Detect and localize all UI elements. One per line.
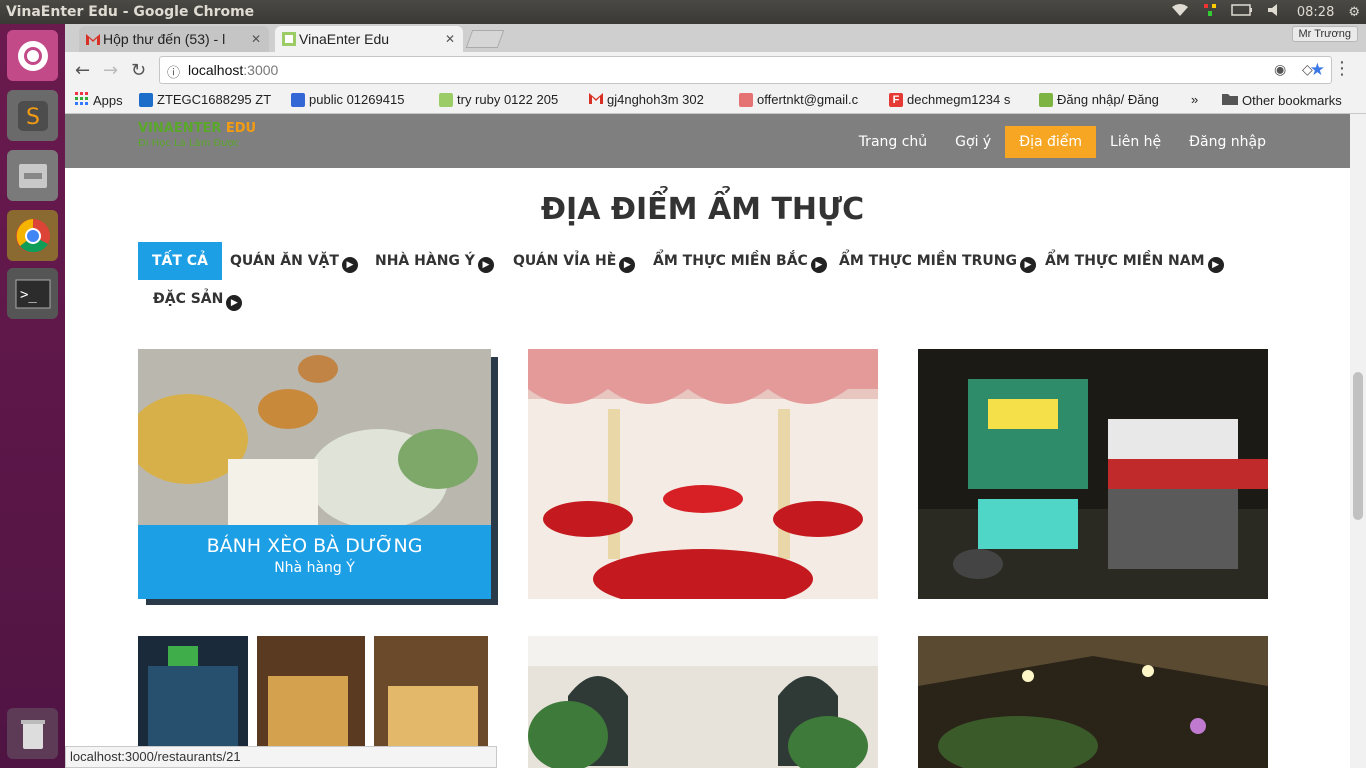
svg-text:>_: >_ xyxy=(20,287,37,303)
toolbar: ← → ↻ ⓘ localhost:3000 ★ ◉ ◇ ⋮ xyxy=(65,52,1366,88)
gmail-icon xyxy=(589,92,603,107)
restaurant-card[interactable] xyxy=(528,349,878,599)
url-port: :3000 xyxy=(243,62,279,78)
nav-suggestions[interactable]: Gợi ý xyxy=(941,126,1005,158)
nav-home[interactable]: Trang chủ xyxy=(845,126,941,158)
scrollbar-thumb[interactable] xyxy=(1353,372,1363,520)
files-icon[interactable] xyxy=(7,150,58,201)
play-icon: ▶ xyxy=(1207,257,1224,273)
os-top-bar: VinaEnter Edu - Google Chrome 08:28 ⚙ xyxy=(0,0,1366,24)
filter-south[interactable]: ẨM THỰC MIỀN NAM ▶ xyxy=(1031,242,1238,280)
close-icon[interactable]: ✕ xyxy=(251,32,261,46)
main-nav: Trang chủ Gợi ý Địa điểm Liên hệ Đăng nh… xyxy=(845,126,1280,158)
nav-contact[interactable]: Liên hệ xyxy=(1096,126,1175,158)
system-tray: 08:28 ⚙ xyxy=(1171,0,1360,24)
tag-icon[interactable]: ◇ xyxy=(1302,62,1313,78)
folder-icon xyxy=(1222,92,1238,108)
new-tab-button[interactable] xyxy=(465,30,505,48)
info-icon[interactable]: ⓘ xyxy=(167,62,180,81)
restaurant-card[interactable]: BÁNH XÈO BÀ DƯỠNG Nhà hàng Ý xyxy=(138,349,491,599)
url-host: localhost xyxy=(188,62,244,78)
restaurant-card[interactable] xyxy=(918,636,1268,768)
bookmark-apps[interactable]: Apps xyxy=(75,92,123,109)
clock[interactable]: 08:28 xyxy=(1297,5,1334,20)
gmail-icon xyxy=(86,32,100,46)
dining-room-photo xyxy=(528,636,878,768)
trash-icon[interactable] xyxy=(7,708,58,759)
back-icon[interactable]: ← xyxy=(75,60,90,81)
ubuntu-icon[interactable] xyxy=(7,30,58,81)
filter-north[interactable]: ẨM THỰC MIỀN BẮC ▶ xyxy=(639,242,841,280)
banquet-hall-photo xyxy=(528,349,878,599)
launcher: S >_ xyxy=(0,24,65,768)
play-icon: ▶ xyxy=(619,257,636,273)
tab-vinaenter[interactable]: VinaEnter Edu ✕ xyxy=(275,26,463,52)
menu-icon[interactable]: ⋮ xyxy=(1333,58,1351,79)
apps-grid-icon xyxy=(75,92,89,109)
restaurant-card[interactable] xyxy=(918,349,1268,599)
bookmark-item[interactable]: gj4nghoh3m 302 xyxy=(589,92,725,107)
network-icon[interactable] xyxy=(1203,3,1217,21)
site-favicon-icon xyxy=(282,32,296,46)
play-icon: ▶ xyxy=(226,295,243,311)
filter-italian[interactable]: NHÀ HÀNG Ý ▶ xyxy=(361,242,508,280)
wifi-icon[interactable] xyxy=(1171,3,1189,21)
bookmark-item[interactable]: try ruby 0122 205 xyxy=(439,92,575,107)
site-logo[interactable]: VINAENTER EDU Đi Học Là Làm Được xyxy=(138,122,256,151)
web-page: VINAENTER EDU Đi Học Là Làm Được Trang c… xyxy=(65,114,1350,768)
bookmarks-overflow[interactable]: » xyxy=(1191,92,1198,107)
site-header: VINAENTER EDU Đi Học Là Làm Được Trang c… xyxy=(65,114,1350,168)
browser-chrome: Hộp thư đến (53) - l ✕ VinaEnter Edu ✕ M… xyxy=(65,24,1366,114)
window-title: VinaEnter Edu - Google Chrome xyxy=(6,4,255,20)
restaurant-card[interactable] xyxy=(528,636,878,768)
nav-login[interactable]: Đăng nhập xyxy=(1175,126,1280,158)
garden-restaurant-photo xyxy=(918,636,1268,768)
filter-specialties[interactable]: ĐẶC SẢN ▶ xyxy=(139,280,256,318)
forward-icon[interactable]: → xyxy=(103,60,118,81)
volume-icon[interactable] xyxy=(1267,3,1283,21)
filter-all[interactable]: TẤT CẢ xyxy=(138,242,222,280)
address-bar[interactable]: ⓘ localhost:3000 ★ xyxy=(159,56,1332,84)
page-scrollbar[interactable] xyxy=(1350,114,1366,768)
globe-icon xyxy=(1039,92,1053,107)
page-icon xyxy=(439,92,453,107)
play-icon: ▶ xyxy=(341,257,358,273)
tab-strip: Hộp thư đến (53) - l ✕ VinaEnter Edu ✕ M… xyxy=(65,24,1366,52)
filter-snacks[interactable]: QUÁN ĂN VẶT ▶ xyxy=(216,242,372,280)
bookmark-icon xyxy=(291,92,305,107)
reload-icon[interactable]: ↻ xyxy=(131,60,146,81)
extension-icon[interactable]: ◉ xyxy=(1274,62,1286,78)
bookmark-item[interactable]: Đăng nhập/ Đăng xyxy=(1039,92,1177,107)
tab-label: Hộp thư đến (53) - l xyxy=(103,31,226,47)
tab-gmail[interactable]: Hộp thư đến (53) - l ✕ xyxy=(79,26,269,52)
play-icon: ▶ xyxy=(477,257,494,273)
cloud-icon xyxy=(139,92,153,107)
tab-label: VinaEnter Edu xyxy=(299,31,390,47)
nav-places[interactable]: Địa điểm xyxy=(1005,126,1097,158)
bookmark-item[interactable]: ZTEGC1688295 ZT xyxy=(139,92,279,107)
section-title: ĐỊA ĐIỂM ẨM THỰC xyxy=(540,192,865,227)
battery-icon[interactable] xyxy=(1231,4,1253,20)
profile-button[interactable]: Mr Trương xyxy=(1291,26,1358,42)
bookmark-item[interactable]: F dechmegm1234 s xyxy=(889,92,1027,107)
close-icon[interactable]: ✕ xyxy=(445,32,455,46)
card-title: BÁNH XÈO BÀ DƯỠNG xyxy=(206,535,423,557)
flipboard-icon: F xyxy=(889,92,903,107)
gear-icon[interactable]: ⚙ xyxy=(1348,5,1360,20)
bookmark-other[interactable]: Other bookmarks xyxy=(1222,92,1342,108)
street-restaurant-photo xyxy=(918,349,1268,599)
bookmarks-bar: Apps ZTEGC1688295 ZT public 01269415 try… xyxy=(65,88,1366,114)
card-subtitle: Nhà hàng Ý xyxy=(274,560,355,576)
mail-icon xyxy=(739,92,753,107)
terminal-icon[interactable]: >_ xyxy=(7,268,58,319)
status-bubble: localhost:3000/restaurants/21 xyxy=(65,746,497,768)
svg-text:S: S xyxy=(26,105,40,130)
bookmark-item[interactable]: public 01269415 xyxy=(291,92,427,107)
sublime-text-icon[interactable]: S xyxy=(7,90,58,141)
filter-street-food[interactable]: QUÁN VỈA HÈ ▶ xyxy=(499,242,649,280)
bookmark-item[interactable]: offertnkt@gmail.c xyxy=(739,92,875,107)
chrome-icon[interactable] xyxy=(7,210,58,261)
card-caption: BÁNH XÈO BÀ DƯỠNG Nhà hàng Ý xyxy=(138,525,491,599)
filter-central[interactable]: ẨM THỰC MIỀN TRUNG ▶ xyxy=(825,242,1050,280)
